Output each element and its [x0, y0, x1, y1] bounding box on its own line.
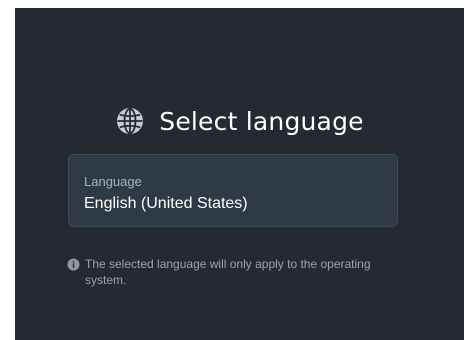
globe-icon: [117, 107, 144, 135]
info-text: The selected language will only apply to…: [85, 257, 371, 287]
info-note: The selected language will only apply to…: [67, 256, 407, 288]
language-field-value: English (United States): [84, 195, 248, 212]
title-row: Select language: [15, 106, 464, 136]
language-panel: Select language Language English (United…: [15, 8, 464, 340]
page-title: Select language: [159, 106, 364, 136]
info-icon: [67, 258, 80, 271]
language-field-label: Language: [84, 174, 142, 189]
language-select[interactable]: Language English (United States): [68, 154, 398, 227]
